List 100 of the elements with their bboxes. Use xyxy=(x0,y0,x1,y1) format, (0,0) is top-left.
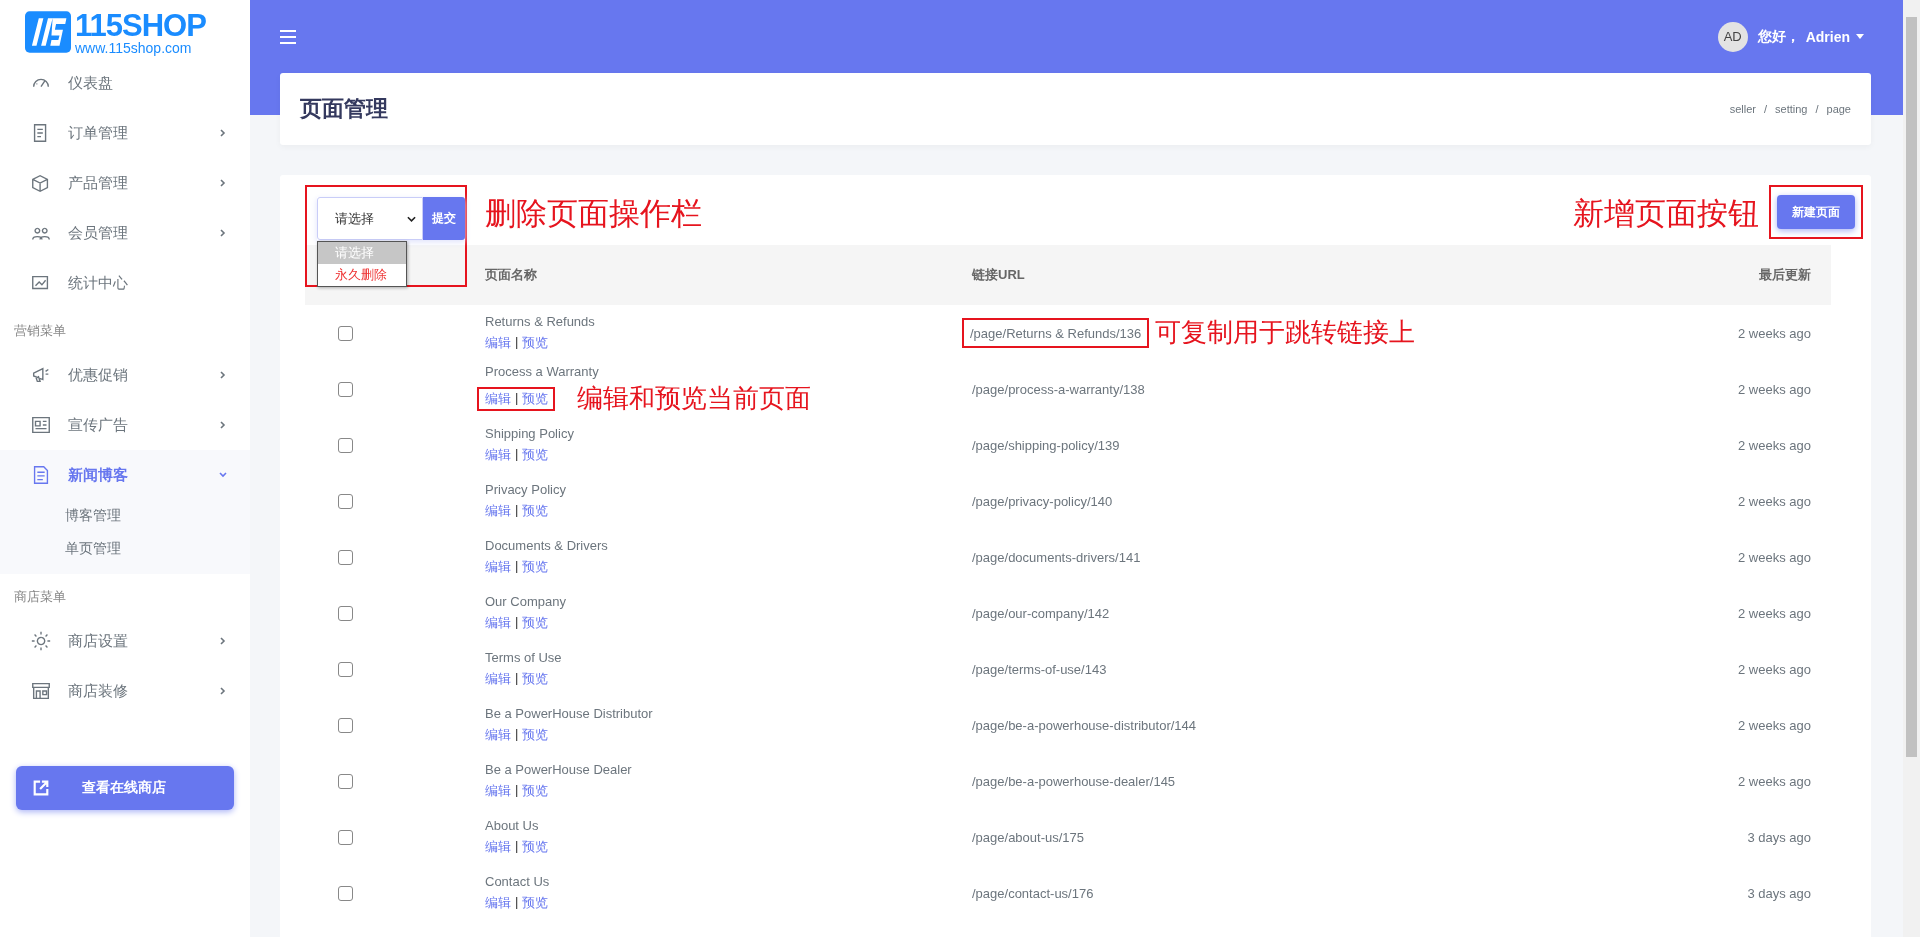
edit-link[interactable]: 编辑 xyxy=(485,333,511,352)
row-checkbox[interactable] xyxy=(338,605,353,621)
sidebar-item[interactable]: 会员管理 xyxy=(0,208,250,258)
row-checkbox[interactable] xyxy=(338,661,353,677)
separator: | xyxy=(515,557,519,575)
chevron-right-icon xyxy=(218,128,228,138)
page-title: 页面管理 xyxy=(300,95,388,123)
preview-link[interactable]: 预览 xyxy=(522,389,549,408)
row-checkbox[interactable] xyxy=(338,885,353,901)
row-checkbox[interactable] xyxy=(338,829,353,845)
scrollbar[interactable] xyxy=(1903,0,1920,937)
preview-link[interactable]: 预览 xyxy=(522,725,549,744)
view-store-button[interactable]: 查看在线商店 xyxy=(16,766,234,810)
edit-link[interactable]: 编辑 xyxy=(485,725,511,744)
menu-heading: 营销菜单 xyxy=(13,322,67,340)
row-checkbox[interactable] xyxy=(338,381,353,397)
url-cell: /page/our-company/142 xyxy=(972,605,1110,621)
edit-link[interactable]: 编辑 xyxy=(485,445,511,464)
sidebar-item[interactable]: 订单管理 xyxy=(0,108,250,158)
preview-link[interactable]: 预览 xyxy=(522,893,549,912)
page-name: Contact Us xyxy=(485,873,551,889)
edit-link[interactable]: 编辑 xyxy=(485,669,511,688)
updated-cell-text: 3 days ago xyxy=(1746,829,1812,845)
separator: | xyxy=(515,333,519,351)
url-cell: /page/privacy-policy/140 xyxy=(972,493,1113,509)
url-cell: /page/be-a-powerhouse-distributor/144 xyxy=(972,717,1197,733)
breadcrumb-item[interactable]: page xyxy=(1826,103,1851,115)
sidebar-item[interactable]: 统计中心 xyxy=(0,258,250,308)
column-header: 链接URL xyxy=(972,266,1026,284)
page-name: Process a Warranty xyxy=(485,363,600,379)
sidebar-item[interactable]: 商店装修 xyxy=(0,666,250,716)
annotation-text: 可复制用于跳转链接上 xyxy=(1155,317,1416,349)
url-cell: /page/shipping-policy/139 xyxy=(972,437,1120,453)
updated-cell-text: 2 weeks ago xyxy=(1737,549,1812,565)
sidebar-item[interactable]: 优惠促销 xyxy=(0,350,250,400)
edit-link[interactable]: 编辑 xyxy=(485,781,511,800)
column-header: 页面名称 xyxy=(485,266,538,284)
chevron-down-icon xyxy=(218,470,228,480)
updated-cell-text: 2 weeks ago xyxy=(1737,661,1812,677)
preview-link[interactable]: 预览 xyxy=(522,501,549,520)
submenu-item[interactable]: 博客管理 xyxy=(0,500,250,533)
sidebar-item[interactable]: 宣传广告 xyxy=(0,400,250,450)
edit-link[interactable]: 编辑 xyxy=(485,613,511,632)
action-select[interactable]: 请选择 xyxy=(317,197,423,240)
row-checkbox[interactable] xyxy=(338,717,353,733)
separator: | xyxy=(515,725,519,743)
edit-link[interactable]: 编辑 xyxy=(485,893,511,912)
row-checkbox[interactable] xyxy=(338,549,353,565)
edit-link[interactable]: 编辑 xyxy=(485,389,511,408)
submit-button[interactable]: 提交 xyxy=(422,197,465,240)
preview-link[interactable]: 预览 xyxy=(522,669,549,688)
sidebar-item[interactable]: 新闻博客 xyxy=(0,450,250,500)
separator: | xyxy=(515,501,519,519)
sidebar-item[interactable]: 商店设置 xyxy=(0,616,250,666)
page-name: Be a PowerHouse Dealer xyxy=(485,761,633,777)
new-page-button[interactable]: 新建页面 xyxy=(1777,195,1855,229)
updated-cell-text: 2 weeks ago xyxy=(1737,381,1812,397)
edit-link[interactable]: 编辑 xyxy=(485,837,511,856)
preview-link[interactable]: 预览 xyxy=(522,613,549,632)
menu-icon[interactable] xyxy=(280,29,296,44)
separator: | xyxy=(515,445,519,463)
breadcrumb-divider: / xyxy=(1763,103,1768,115)
updated-cell-text: 2 weeks ago xyxy=(1737,493,1812,509)
annotation-text: 删除页面操作栏 xyxy=(485,195,702,233)
chevron-right-icon xyxy=(218,686,228,696)
updated-cell-text: 2 weeks ago xyxy=(1737,605,1812,621)
url-cell: /page/be-a-powerhouse-dealer/145 xyxy=(972,773,1176,789)
page-name: About Us xyxy=(485,817,540,833)
breadcrumb-item[interactable]: seller xyxy=(1729,103,1756,115)
url-cell: /page/contact-us/176 xyxy=(972,885,1094,901)
updated-cell-text: 2 weeks ago xyxy=(1737,325,1812,341)
row-checkbox[interactable] xyxy=(338,493,353,509)
breadcrumb-divider: / xyxy=(1815,103,1819,115)
logo-url: www.115shop.com xyxy=(75,40,193,55)
page-name: Privacy Policy xyxy=(485,481,567,497)
column-header: 最后更新 xyxy=(1758,266,1812,284)
row-checkbox[interactable] xyxy=(338,325,353,341)
submenu-item[interactable]: 单页管理 xyxy=(0,533,250,566)
sidebar-item[interactable]: 产品管理 xyxy=(0,158,250,208)
preview-link[interactable]: 预览 xyxy=(522,445,549,464)
url-cell: /page/terms-of-use/143 xyxy=(972,661,1107,677)
user-menu[interactable]: AD 您好， Adrien xyxy=(1717,21,1864,52)
row-checkbox[interactable] xyxy=(338,437,353,453)
preview-link[interactable]: 预览 xyxy=(522,781,549,800)
updated-cell-text: 2 weeks ago xyxy=(1737,437,1812,453)
preview-link[interactable]: 预览 xyxy=(522,557,549,576)
preview-link[interactable]: 预览 xyxy=(522,837,549,856)
separator: | xyxy=(515,893,519,911)
preview-link[interactable]: 预览 xyxy=(522,333,549,352)
separator: | xyxy=(515,389,519,407)
dropdown-option[interactable]: 永久删除 xyxy=(318,264,406,286)
row-checkbox[interactable] xyxy=(338,773,353,789)
url-cell: /page/process-a-warranty/138 xyxy=(972,381,1145,397)
breadcrumb-item[interactable]: setting xyxy=(1775,103,1808,115)
sidebar-item[interactable]: 仪表盘 xyxy=(0,58,250,108)
separator: | xyxy=(515,837,519,855)
caret-icon xyxy=(1856,34,1864,39)
edit-link[interactable]: 编辑 xyxy=(485,557,511,576)
page-name: Documents & Drivers xyxy=(485,537,609,553)
edit-link[interactable]: 编辑 xyxy=(485,501,511,520)
